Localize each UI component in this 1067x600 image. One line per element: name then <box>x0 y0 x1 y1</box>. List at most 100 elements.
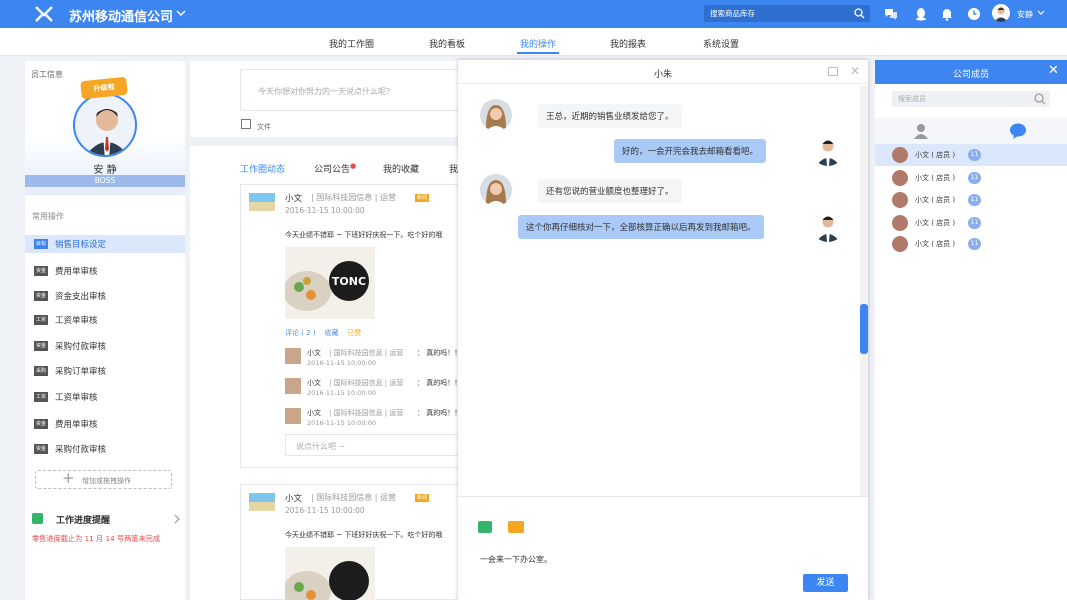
contacts-icon[interactable] <box>914 123 928 139</box>
op-label: 工资单审核 <box>55 316 98 326</box>
nav-operations[interactable]: 我的操作 <box>520 37 556 50</box>
clock-icon[interactable] <box>967 7 981 21</box>
progress-icon <box>32 513 43 524</box>
commenter-name[interactable]: 小文 <box>307 408 321 418</box>
chat-scroll-thumb[interactable] <box>860 304 868 354</box>
contact-avatar[interactable] <box>480 174 512 206</box>
folder-icon[interactable] <box>508 521 524 533</box>
commenter-avatar[interactable] <box>285 348 301 364</box>
chevron-down-icon[interactable] <box>176 9 186 17</box>
commenter-avatar[interactable] <box>285 408 301 424</box>
feed-post: 小文 | 国际科技园信息 | 运营 新闻 2016-11-15 10:00:00… <box>240 184 481 468</box>
chat-bubble-icon[interactable] <box>1009 123 1027 139</box>
close-icon[interactable]: ✕ <box>850 64 860 78</box>
my-avatar[interactable] <box>812 134 844 166</box>
contact-avatar[interactable] <box>480 99 512 131</box>
post-tag: 新闻 <box>415 494 429 502</box>
bell-icon[interactable] <box>940 7 954 21</box>
employee-name: 安 静 <box>93 165 117 176</box>
feed-post: 小文 | 国际科技园信息 | 运营 新闻 2016-11-15 10:00:00… <box>240 484 480 600</box>
op-tag: 工资 <box>34 315 48 325</box>
chat-window: 小朱 ✕ 王总，近期的销售业绩发给您了。 好的，一会开完会我去邮箱看看吧。 还有… <box>458 60 868 600</box>
chat-icon[interactable] <box>884 7 898 21</box>
post-text: 今天业绩不错耶 ~ 下班好好庆祝一下。吃个好的哦 <box>285 531 443 539</box>
op-label: 采购付款审核 <box>55 342 107 352</box>
comment-input[interactable]: 说点什么吧 ~ <box>285 434 481 456</box>
op-item-purchase-payment-2[interactable]: 资金 采购付款审核 <box>25 440 185 458</box>
op-label: 销售目标设定 <box>55 240 107 250</box>
op-tag: 采购 <box>34 366 48 376</box>
member-item[interactable]: 小文 ( 店员 ) 11 <box>875 144 1067 166</box>
member-item[interactable]: 小文 ( 店员 ) 11 <box>875 189 1067 211</box>
chevron-right-icon[interactable] <box>174 514 180 524</box>
chevron-down-icon[interactable] <box>1037 10 1045 16</box>
add-operation-button[interactable]: + 增加或拖拽操作 <box>35 469 172 489</box>
post-thumbnail <box>249 193 275 211</box>
search-placeholder: 搜索商品库存 <box>710 9 755 18</box>
post-input[interactable]: 今天你想对你努力的一天说点什么呢？ <box>240 69 470 111</box>
product-search-input[interactable]: 搜索商品库存 <box>704 5 870 22</box>
feed-area: 今天你想对你努力的一天说点什么呢？ 文件 工作圈动态 公司公告● 我的收藏 我 … <box>190 61 481 600</box>
message-incoming: 王总，近期的销售业绩发给您了。 <box>538 104 682 128</box>
search-icon[interactable] <box>854 8 865 19</box>
op-item-sales-target[interactable]: 目标 销售目标设定 <box>25 235 185 253</box>
tab-announcements-label: 公司公告 <box>314 165 351 175</box>
tab-favorites[interactable]: 我的收藏 <box>383 162 419 175</box>
op-item-payroll-review[interactable]: 工资 工资单审核 <box>25 311 185 329</box>
nav-dashboard[interactable]: 我的看板 <box>429 37 465 50</box>
qq-icon[interactable] <box>914 7 928 21</box>
tab-announcements[interactable]: 公司公告● <box>314 162 356 175</box>
progress-reminder[interactable]: 工作进度提醒 零售进度截止为 11 月 14 号两笔未完成 <box>25 505 185 555</box>
member-search-placeholder: 搜索成员 <box>898 95 926 103</box>
op-item-payroll-review-2[interactable]: 工资 工资单审核 <box>25 388 185 406</box>
progress-note: 零售进度截止为 11 月 14 号两笔未完成 <box>32 534 161 543</box>
message-incoming: 还有您说的营业额度也整理好了。 <box>538 179 682 203</box>
nav-workcircle[interactable]: 我的工作圈 <box>329 37 374 50</box>
op-item-expense-review-2[interactable]: 资金 费用单审核 <box>25 415 185 433</box>
like-action[interactable]: 已赞 <box>347 329 361 337</box>
employee-avatar[interactable] <box>73 93 137 157</box>
member-item[interactable]: 小文 ( 店员 ) 11 <box>875 212 1067 234</box>
send-button[interactable]: 发送 <box>803 574 848 592</box>
tab-work-feed[interactable]: 工作圈动态 <box>240 162 285 175</box>
tab-more[interactable]: 我 <box>449 162 458 175</box>
member-search-input[interactable]: 搜索成员 <box>892 91 1050 107</box>
user-avatar[interactable] <box>992 4 1010 22</box>
commenter-name[interactable]: 小文 <box>307 378 321 388</box>
op-item-fund-review[interactable]: 资金 资金支出审核 <box>25 287 185 305</box>
image-icon[interactable] <box>478 521 492 533</box>
chat-scrollbar[interactable] <box>860 86 868 496</box>
commenter-name[interactable]: 小文 <box>307 348 321 358</box>
member-item[interactable]: 小文 ( 店员 ) 11 <box>875 233 1067 255</box>
comment-action[interactable]: 评论 ( 2 ) <box>285 329 316 337</box>
file-icon[interactable] <box>241 119 251 129</box>
search-icon[interactable] <box>1034 93 1046 105</box>
message-input[interactable]: 一会来一下办公室。 <box>480 554 552 565</box>
commenter-avatar[interactable] <box>285 378 301 394</box>
top-bar: 苏州移动通信公司 搜索商品库存 安静 <box>0 0 1067 28</box>
commenter-org: | 国际科技园信息 | 运营 <box>329 349 404 357</box>
post-author[interactable]: 小文 <box>285 192 302 204</box>
nav-reports[interactable]: 我的报表 <box>610 37 646 50</box>
close-icon[interactable]: ✕ <box>1048 63 1059 78</box>
company-name[interactable]: 苏州移动通信公司 <box>69 6 173 25</box>
restore-window-icon[interactable] <box>828 67 838 76</box>
favorite-action[interactable]: 收藏 <box>325 329 339 337</box>
member-unread-count: 11 <box>968 217 981 229</box>
post-image[interactable] <box>285 547 375 600</box>
file-label[interactable]: 文件 <box>257 122 271 132</box>
post-author[interactable]: 小文 <box>285 492 302 504</box>
member-item[interactable]: 小文 ( 店员 ) 11 <box>875 167 1067 189</box>
user-name[interactable]: 安静 <box>1017 9 1033 20</box>
member-name: 小文 ( 店员 ) <box>915 196 956 204</box>
post-image[interactable]: TONC <box>285 247 375 319</box>
nav-settings[interactable]: 系统设置 <box>703 37 739 50</box>
members-panel: 公司成员 ✕ 搜索成员 小文 ( 店员 ) 11 小文 ( 店员 ) 11 小文 (… <box>875 60 1067 600</box>
comment-date: 2016-11-15 10:00:00 <box>307 389 377 397</box>
unread-dot: ● <box>350 162 357 170</box>
member-avatar <box>892 215 908 231</box>
op-item-expense-review[interactable]: 资金 费用单审核 <box>25 262 185 280</box>
my-avatar[interactable] <box>812 210 844 242</box>
op-item-purchase-order[interactable]: 采购 采购订单审核 <box>25 362 185 380</box>
op-item-purchase-payment[interactable]: 资金 采购付款审核 <box>25 337 185 355</box>
